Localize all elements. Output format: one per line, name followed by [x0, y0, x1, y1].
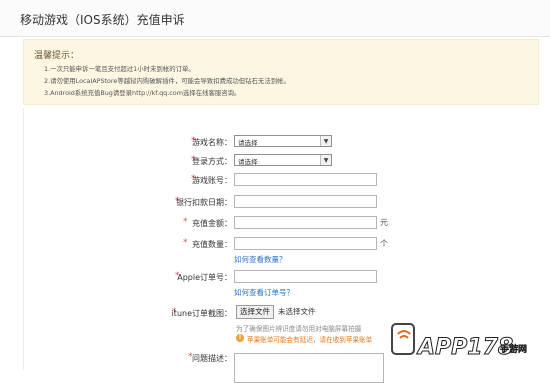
apple-order-row: * Apple订单号： — [0, 269, 550, 287]
watermark-text: APP178 — [416, 335, 513, 360]
choose-file-button[interactable]: 选择文件 — [236, 305, 274, 319]
amount-input[interactable] — [234, 216, 377, 229]
itunes-screenshot-label: itune订单截图： — [171, 309, 232, 318]
notice-box: 温馨提示： 1.一次只能申诉一笔且支付超过1小时未到帐的订单。 2.请勿使用Lo… — [23, 39, 539, 105]
bank-date-input[interactable] — [234, 195, 377, 208]
quantity-input[interactable] — [234, 237, 377, 250]
login-method-label: 登录方式： — [192, 157, 232, 166]
quantity-row: * 充值数量： 个 — [0, 236, 550, 254]
screenshot-warning: 苹果账单可能会有延迟，请在收到苹果账单 — [247, 336, 373, 344]
bank-date-row: * 银行扣款日期： — [0, 194, 550, 212]
required-marker: * — [183, 238, 188, 248]
game-account-row: * 游戏账号： — [0, 172, 550, 190]
description-label: 问题描述： — [192, 354, 232, 363]
login-method-select[interactable]: 请选择 ▼ — [234, 154, 332, 166]
quantity-unit: 个 — [380, 239, 388, 248]
amount-label: 充值金额： — [192, 219, 232, 228]
page-header: 移动游戏（IOS系统）充值申诉 — [0, 0, 550, 37]
apple-order-label: Apple订单号： — [177, 273, 232, 282]
login-method-select-value: 请选择 — [238, 158, 258, 166]
how-to-view-order-link[interactable]: 如何查看订单号？ — [234, 287, 294, 298]
app178-watermark-logo: APP178 手游网 — [384, 318, 544, 366]
notice-line: 3.Android系统充值Bug请登录http://kf.qq.com选择在线客… — [44, 89, 241, 97]
game-account-input[interactable] — [234, 173, 377, 186]
apple-order-input[interactable] — [234, 270, 377, 283]
login-method-row: * 登录方式： 请选择 ▼ — [0, 153, 550, 171]
notice-line: 2.请勿使用LocalAPStore等越狱内购破解插件，可能会导致扣费成功但钻石… — [44, 77, 290, 85]
game-name-label: 游戏名称： — [192, 138, 232, 147]
no-file-chosen-text: 未选择文件 — [278, 307, 316, 316]
required-marker: * — [183, 217, 188, 227]
game-account-label: 游戏账号： — [192, 176, 232, 185]
chevron-down-icon: ▼ — [320, 155, 331, 165]
notice-line: 1.一次只能申诉一笔且支付超过1小时未到帐的订单。 — [44, 65, 195, 73]
how-to-view-quantity-link[interactable]: 如何查看数量？ — [234, 254, 287, 265]
game-name-select[interactable]: 请选择 ▼ — [234, 135, 332, 147]
bank-date-label: 银行扣款日期： — [176, 198, 232, 207]
screenshot-hint: 为了确保图片辨识度请勿用对电脑屏幕拍摄 — [236, 325, 362, 333]
description-textarea[interactable] — [234, 353, 384, 383]
quantity-label: 充值数量： — [192, 240, 232, 249]
warning-icon: ! — [236, 334, 244, 342]
game-name-select-value: 请选择 — [238, 139, 258, 147]
page-title: 移动游戏（IOS系统）充值申诉 — [20, 13, 185, 27]
amount-row: * 充值金额： 元 — [0, 215, 550, 233]
app178-logo-icon: APP178 手游网 — [391, 323, 527, 361]
watermark-subtext: 手游网 — [500, 343, 527, 355]
notice-title: 温馨提示： — [34, 51, 80, 61]
amount-unit: 元 — [380, 218, 388, 227]
chevron-down-icon: ▼ — [320, 136, 331, 146]
game-name-row: * 游戏名称： 请选择 ▼ — [0, 134, 550, 152]
